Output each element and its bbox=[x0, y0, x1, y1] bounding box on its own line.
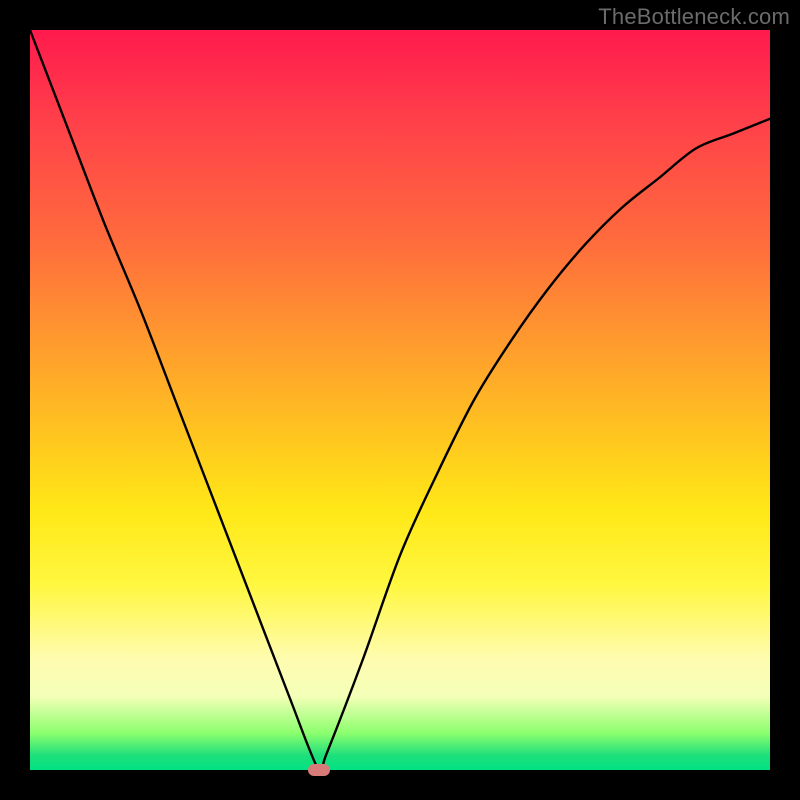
plot-area bbox=[30, 30, 770, 770]
chart-frame: TheBottleneck.com bbox=[0, 0, 800, 800]
bottleneck-curve bbox=[30, 30, 770, 770]
optimum-marker bbox=[308, 764, 330, 776]
watermark-text: TheBottleneck.com bbox=[598, 4, 790, 30]
